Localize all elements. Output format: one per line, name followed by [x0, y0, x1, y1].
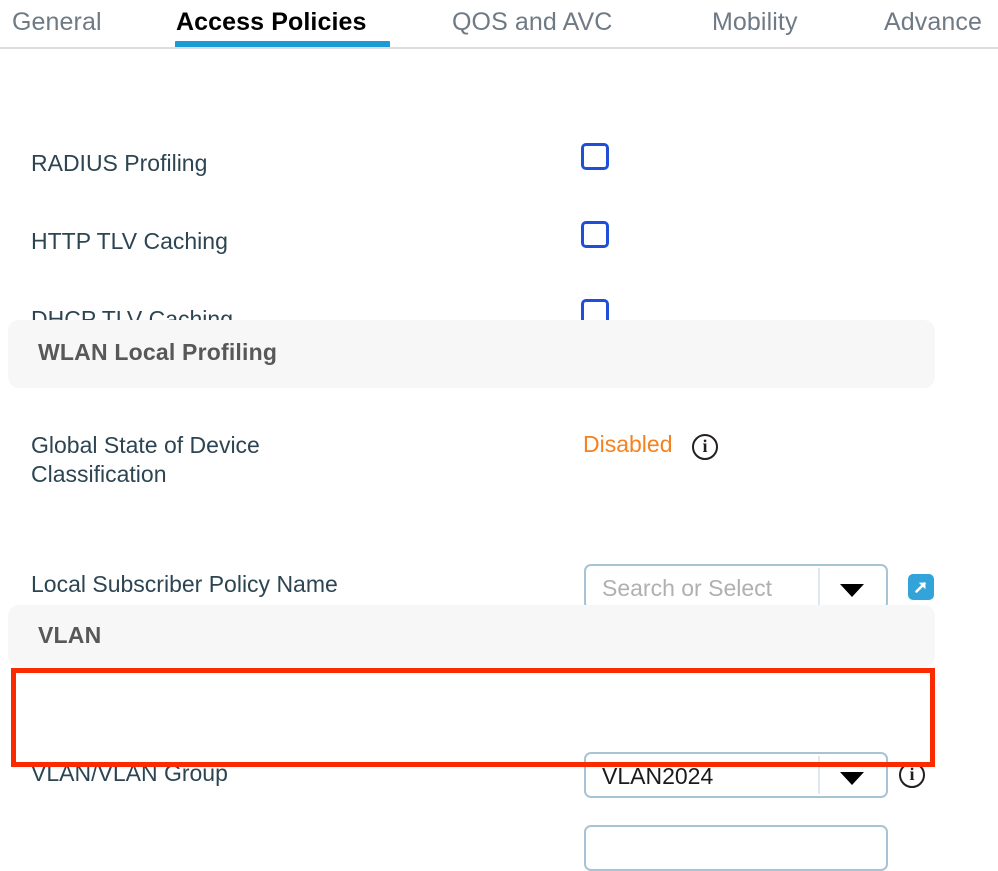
- section-vlan: VLAN: [8, 605, 935, 667]
- radius-profiling-checkbox[interactable]: [581, 143, 609, 170]
- tab-mobility[interactable]: Mobility: [712, 8, 798, 37]
- access-policies-panel: RADIUS Profiling HTTP TLV Caching DHCP T…: [0, 49, 998, 871]
- tab-advance[interactable]: Advance: [884, 8, 982, 37]
- row-http-tlv-caching: HTTP TLV Caching: [0, 177, 998, 254]
- external-link-icon[interactable]: [908, 574, 934, 600]
- dropdown-divider: [818, 568, 820, 606]
- vlan-vlan-group-dropdown[interactable]: VLAN2024: [584, 752, 888, 798]
- chevron-down-icon[interactable]: [840, 584, 864, 597]
- active-tab-indicator: [175, 41, 390, 47]
- tab-general[interactable]: General: [12, 8, 102, 37]
- next-row-dropdown-partial[interactable]: [584, 825, 888, 871]
- vlan-vlan-group-value: VLAN2024: [602, 763, 714, 789]
- tab-access-policies[interactable]: Access Policies: [176, 8, 367, 37]
- dropdown-divider: [818, 756, 820, 794]
- global-state-label: Global State of Device Classification: [31, 432, 260, 487]
- row-dhcp-tlv-caching: DHCP TLV Caching: [0, 255, 998, 332]
- section-title-wlan-local-profiling: WLAN Local Profiling: [38, 339, 278, 365]
- radius-profiling-label: RADIUS Profiling: [31, 150, 208, 176]
- http-tlv-caching-checkbox[interactable]: [581, 221, 609, 248]
- local-subscriber-policy-name-value: Search or Select: [602, 575, 773, 601]
- info-icon[interactable]: [692, 434, 718, 460]
- row-local-subscriber-policy-name: Local Subscriber Policy Name Search or S…: [0, 527, 998, 610]
- local-subscriber-policy-name-label: Local Subscriber Policy Name: [31, 571, 338, 597]
- section-title-vlan: VLAN: [38, 622, 102, 648]
- row-global-state-of-device-classification: Global State of Device Classification Di…: [0, 424, 998, 487]
- http-tlv-caching-label: HTTP TLV Caching: [31, 228, 228, 254]
- tab-qos-and-avc[interactable]: QOS and AVC: [452, 8, 612, 37]
- vlan-vlan-group-label: VLAN/VLAN Group: [31, 760, 228, 786]
- row-radius-profiling: RADIUS Profiling: [0, 99, 998, 176]
- global-state-value: Disabled: [583, 431, 673, 457]
- tab-bar: General Access Policies QOS and AVC Mobi…: [0, 0, 998, 49]
- info-icon[interactable]: [899, 762, 925, 788]
- local-subscriber-policy-name-dropdown[interactable]: Search or Select: [584, 564, 888, 610]
- section-wlan-local-profiling: WLAN Local Profiling: [8, 320, 935, 388]
- chevron-down-icon[interactable]: [840, 772, 864, 785]
- row-vlan-vlan-group: VLAN/VLAN Group VLAN2024: [0, 704, 998, 798]
